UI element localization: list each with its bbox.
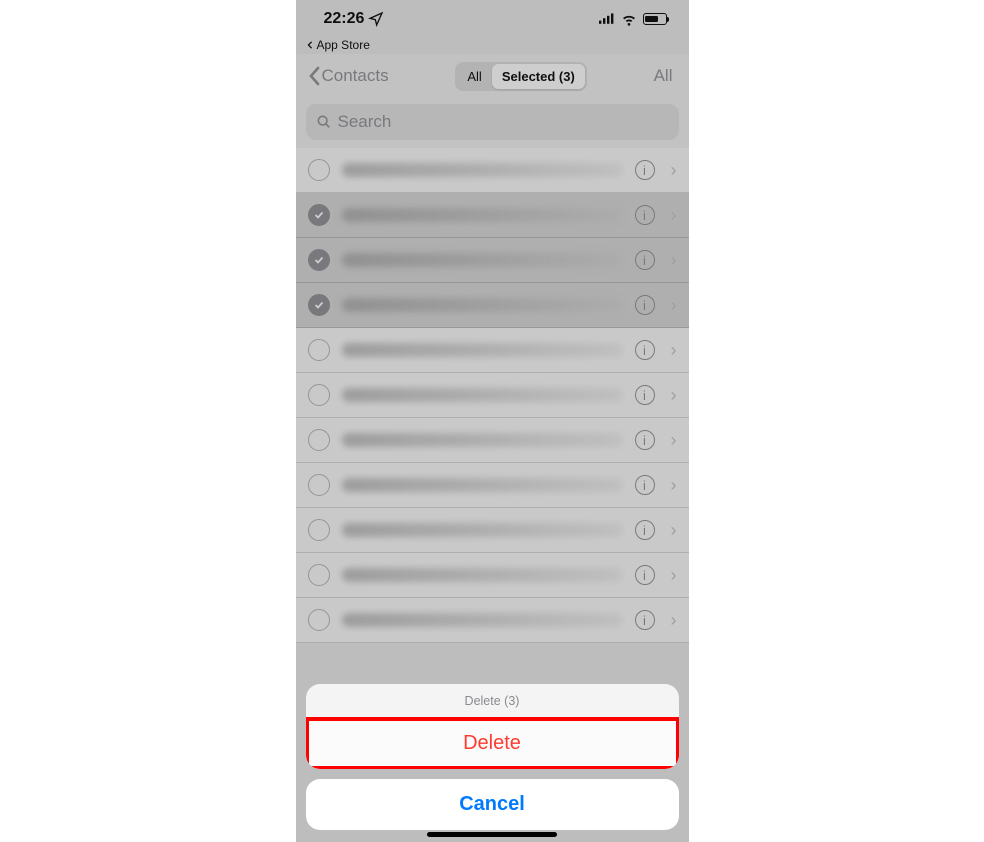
contact-name-blurred [342,343,623,357]
info-icon[interactable]: i [635,340,655,360]
checkbox-unchecked-icon[interactable] [308,474,330,496]
contact-row[interactable]: i› [296,508,689,553]
contact-name-blurred [342,523,623,537]
search-icon [316,114,332,130]
checkbox-unchecked-icon[interactable] [308,519,330,541]
contact-row[interactable]: i› [296,418,689,463]
chevron-right-icon: › [667,205,677,226]
home-indicator[interactable] [427,832,557,837]
contact-row[interactable]: i› [296,328,689,373]
back-label: Contacts [322,66,389,86]
contact-row[interactable]: i› [296,193,689,238]
contact-row[interactable]: i› [296,553,689,598]
chevron-right-icon: › [667,295,677,316]
chevron-right-icon: › [667,520,677,541]
status-bar: 22:26 [296,0,689,38]
segment-selected[interactable]: Selected (3) [492,64,585,89]
contact-row[interactable]: i› [296,148,689,193]
contact-row[interactable]: i› [296,238,689,283]
contact-name-blurred [342,613,623,627]
back-button[interactable]: Contacts [308,66,389,86]
select-all-button[interactable]: All [654,66,677,86]
chevron-right-icon: › [667,475,677,496]
status-right [599,11,667,27]
checkbox-checked-icon[interactable] [308,249,330,271]
info-icon[interactable]: i [635,610,655,630]
action-sheet: Delete (3) Delete Cancel [306,684,679,830]
chevron-right-icon: › [667,385,677,406]
segmented-control[interactable]: All Selected (3) [455,62,586,91]
action-sheet-card: Delete (3) Delete [306,684,679,769]
checkbox-unchecked-icon[interactable] [308,339,330,361]
search-container: Search [296,98,689,148]
checkbox-unchecked-icon[interactable] [308,609,330,631]
checkbox-checked-icon[interactable] [308,204,330,226]
checkbox-unchecked-icon[interactable] [308,564,330,586]
cellular-icon [599,11,615,27]
segment-all[interactable]: All [457,64,491,89]
wifi-icon [621,11,637,27]
contact-row[interactable]: i› [296,598,689,643]
info-icon[interactable]: i [635,520,655,540]
action-sheet-title: Delete (3) [306,684,679,718]
contact-name-blurred [342,163,623,177]
cancel-button[interactable]: Cancel [306,779,679,830]
contact-name-blurred [342,568,623,582]
info-icon[interactable]: i [635,475,655,495]
contact-row[interactable]: i› [296,463,689,508]
checkbox-unchecked-icon[interactable] [308,159,330,181]
info-icon[interactable]: i [635,160,655,180]
info-icon[interactable]: i [635,430,655,450]
chevron-right-icon: › [667,250,677,271]
chevron-right-icon: › [667,610,677,631]
info-icon[interactable]: i [635,205,655,225]
delete-button[interactable]: Delete [306,718,679,769]
location-icon [368,11,384,27]
search-input[interactable]: Search [306,104,679,140]
screen: 22:26 App Store Contacts All Selected (3… [296,0,689,842]
contact-name-blurred [342,478,623,492]
info-icon[interactable]: i [635,250,655,270]
checkbox-unchecked-icon[interactable] [308,384,330,406]
chevron-right-icon: › [667,340,677,361]
checkbox-checked-icon[interactable] [308,294,330,316]
chevron-left-icon [308,66,320,86]
contact-name-blurred [342,298,623,312]
chevron-right-icon: › [667,160,677,181]
battery-icon [643,13,667,25]
contact-name-blurred [342,253,623,267]
chevron-right-icon: › [667,430,677,451]
contact-name-blurred [342,208,623,222]
info-icon[interactable]: i [635,295,655,315]
contacts-list[interactable]: i›i›i›i›i›i›i›i›i›i›i› [296,148,689,643]
contact-row[interactable]: i› [296,283,689,328]
nav-bar: Contacts All Selected (3) All [296,54,689,98]
backlink-label: App Store [317,38,370,52]
info-icon[interactable]: i [635,385,655,405]
contact-name-blurred [342,433,623,447]
app-store-backlink[interactable]: App Store [296,38,689,54]
phone-frame: 22:26 App Store Contacts All Selected (3… [296,0,689,842]
status-time: 22:26 [324,10,365,28]
checkbox-unchecked-icon[interactable] [308,429,330,451]
contact-row[interactable]: i› [296,373,689,418]
chevron-right-icon: › [667,565,677,586]
info-icon[interactable]: i [635,565,655,585]
search-placeholder: Search [338,112,392,132]
contact-name-blurred [342,388,623,402]
